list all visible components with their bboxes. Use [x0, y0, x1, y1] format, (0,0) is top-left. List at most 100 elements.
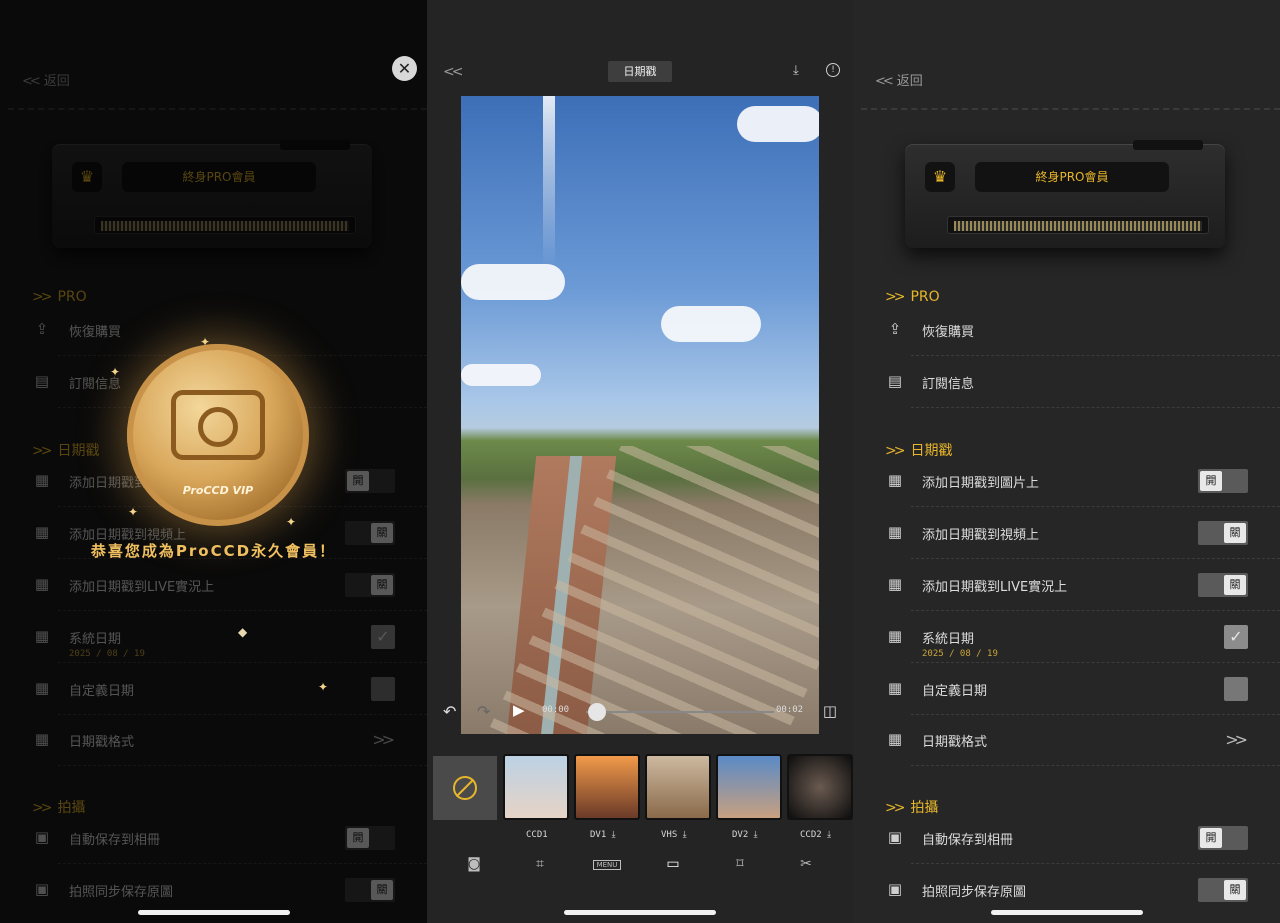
timeline-scrubber[interactable]	[588, 703, 607, 721]
crown-icon: ♛	[925, 162, 955, 192]
book-icon: ▤	[887, 372, 903, 390]
toggle-knob: 關	[1224, 523, 1246, 543]
filter-label: DV1 ⤓	[590, 830, 616, 840]
compare-icon[interactable]: ◫	[823, 702, 837, 720]
row-label: 添加日期戳到LIVE實況上	[922, 580, 1068, 595]
section-pro: >>PRO	[885, 289, 940, 305]
card-notch	[1133, 140, 1203, 150]
calendar-plus-icon: ▦	[887, 679, 903, 697]
row-label: 恢復購買	[922, 325, 975, 340]
focus-icon[interactable]: ⌗	[530, 856, 550, 872]
filter-label: DV2 ⤓	[732, 830, 758, 840]
toggle-add-to-video[interactable]: 關	[1198, 521, 1248, 545]
row-label: 自動保存到相冊	[922, 833, 1014, 848]
timeline-bar[interactable]	[586, 711, 774, 713]
home-indicator	[990, 910, 1143, 915]
filter-strip	[433, 752, 853, 824]
menu-icon[interactable]: MENU	[593, 860, 621, 870]
filter-thumb-ccd1[interactable]	[503, 754, 569, 820]
time-start: 00:00	[542, 705, 570, 715]
congrats-message: 恭喜您成為ProCCD永久會員！	[90, 542, 337, 560]
cloud	[737, 106, 819, 142]
system-date-value: 2025 / 08 / 19	[922, 649, 998, 659]
home-indicator	[564, 910, 716, 915]
filter-label: VHS ⤓	[661, 830, 687, 840]
home-indicator	[137, 910, 290, 915]
row-label: 拍照同步保存原圖	[922, 885, 1027, 900]
close-icon[interactable]: ✕	[392, 56, 417, 81]
download-icon[interactable]: ⤓	[793, 63, 799, 78]
row-sync: ▣ 拍照同步保存原圖 關	[885, 864, 1280, 916]
cloud	[661, 306, 761, 342]
row-label: 日期戳格式	[922, 735, 988, 750]
filter-label: CCD2 ⤓	[800, 830, 832, 840]
row-separator	[911, 765, 1280, 766]
camera-icon[interactable]: ◙	[464, 856, 484, 872]
playback-controls: ↶ ↷ ▶ 00:00 00:02 ◫	[443, 700, 837, 724]
ban-icon	[453, 776, 477, 800]
cloud	[461, 364, 541, 386]
row-format[interactable]: ▦ 日期戳格式 >>	[885, 714, 1280, 766]
checkbox-custom-date[interactable]	[1224, 677, 1248, 701]
vip-coin: ProCCD VIP	[127, 344, 309, 526]
toggle-sync[interactable]: 關	[1198, 878, 1248, 902]
calendar-icon: ▦	[887, 471, 903, 489]
play-icon[interactable]: ▶	[513, 701, 525, 719]
lens-icon	[198, 407, 238, 447]
scissors-icon[interactable]: ✂	[796, 856, 816, 872]
camera-icon	[171, 390, 265, 460]
toggle-knob: 開	[1200, 471, 1222, 491]
no-filter-button[interactable]	[433, 756, 497, 820]
sparkle-icon: ✦	[318, 680, 329, 694]
row-custom-date: ▦ 自定義日期	[885, 663, 1280, 715]
save-icon: ▣	[887, 828, 903, 846]
info-icon[interactable]: !	[826, 63, 840, 77]
back-button[interactable]: <<返回	[875, 70, 923, 89]
cloud	[461, 264, 565, 300]
checkbox-system-date[interactable]: ✓	[1224, 625, 1248, 649]
membership-label: 終身PRO會員	[975, 162, 1169, 192]
share-icon: ⇪	[888, 320, 902, 338]
row-subscription[interactable]: ▤ 訂閱信息	[885, 356, 1280, 408]
toggle-knob: 開	[1200, 828, 1222, 848]
undo-icon[interactable]: ↶	[443, 702, 456, 721]
chevron-left-icon: <<	[875, 74, 894, 89]
row-system-date: ▦ 系統日期 2025 / 08 / 19 ✓	[885, 611, 1280, 663]
row-label: 系統日期	[922, 632, 975, 647]
chevron-right-icon: >>	[885, 289, 906, 305]
back-chevron-icon[interactable]: <<	[443, 64, 464, 80]
row-autosave: ▣ 自動保存到相冊 開	[885, 812, 1280, 864]
row-add-to-photo: ▦ 添加日期戳到圖片上 開	[885, 455, 1280, 507]
editor-panel: << 日期戳 ⤓ ! ↶ ↷ ▶ 00:00 00:02 ◫ CCD1 DV1 …	[427, 0, 853, 923]
divider	[861, 108, 1280, 110]
toggle-add-to-photo[interactable]: 開	[1198, 469, 1248, 493]
section-title: PRO	[910, 289, 940, 305]
filter-thumb-dv1[interactable]	[574, 754, 640, 820]
card-pins	[954, 221, 1202, 231]
filter-thumb-vhs[interactable]	[645, 754, 711, 820]
time-end: 00:02	[776, 705, 804, 715]
filter-thumb-dv2[interactable]	[716, 754, 782, 820]
row-label: 自定義日期	[922, 684, 988, 699]
row-label: 添加日期戳到圖片上	[922, 476, 1040, 491]
membership-card: ♛ 終身PRO會員	[905, 140, 1225, 248]
toggle-autosave[interactable]: 開	[1198, 826, 1248, 850]
confetti-icon: ◆	[238, 625, 248, 639]
row-add-to-live: ▦ 添加日期戳到LIVE實況上 關	[885, 559, 1280, 611]
toggle-knob: 關	[1224, 880, 1246, 900]
redo-icon[interactable]: ↷	[477, 702, 490, 721]
toggle-knob: 關	[1224, 575, 1246, 595]
filter-thumb-ccd2[interactable]	[787, 754, 853, 820]
settings-panel: << 返回 ♛ 終身PRO會員 >> PRO ⇪ 恢復購買 ▤ 訂閱信息 >> 日期戳 ▦…	[853, 0, 1280, 923]
card-connector	[947, 216, 1209, 234]
row-restore[interactable]: ⇪ 恢復購買	[885, 304, 1280, 356]
toggle-add-to-live[interactable]: 關	[1198, 573, 1248, 597]
row-add-to-video: ▦ 添加日期戳到視頻上 關	[885, 507, 1280, 559]
video-preview[interactable]	[461, 96, 819, 734]
frame-icon[interactable]: ▭	[663, 856, 683, 872]
sparkle-icon: ✦	[200, 335, 211, 349]
crop-icon[interactable]: ⌑	[730, 856, 750, 872]
calendar-format-icon: ▦	[887, 730, 903, 748]
tool-bar: ◙ ⌗ MENU ▭ ⌑ ✂	[427, 856, 853, 876]
filter-label: CCD1	[526, 830, 548, 840]
